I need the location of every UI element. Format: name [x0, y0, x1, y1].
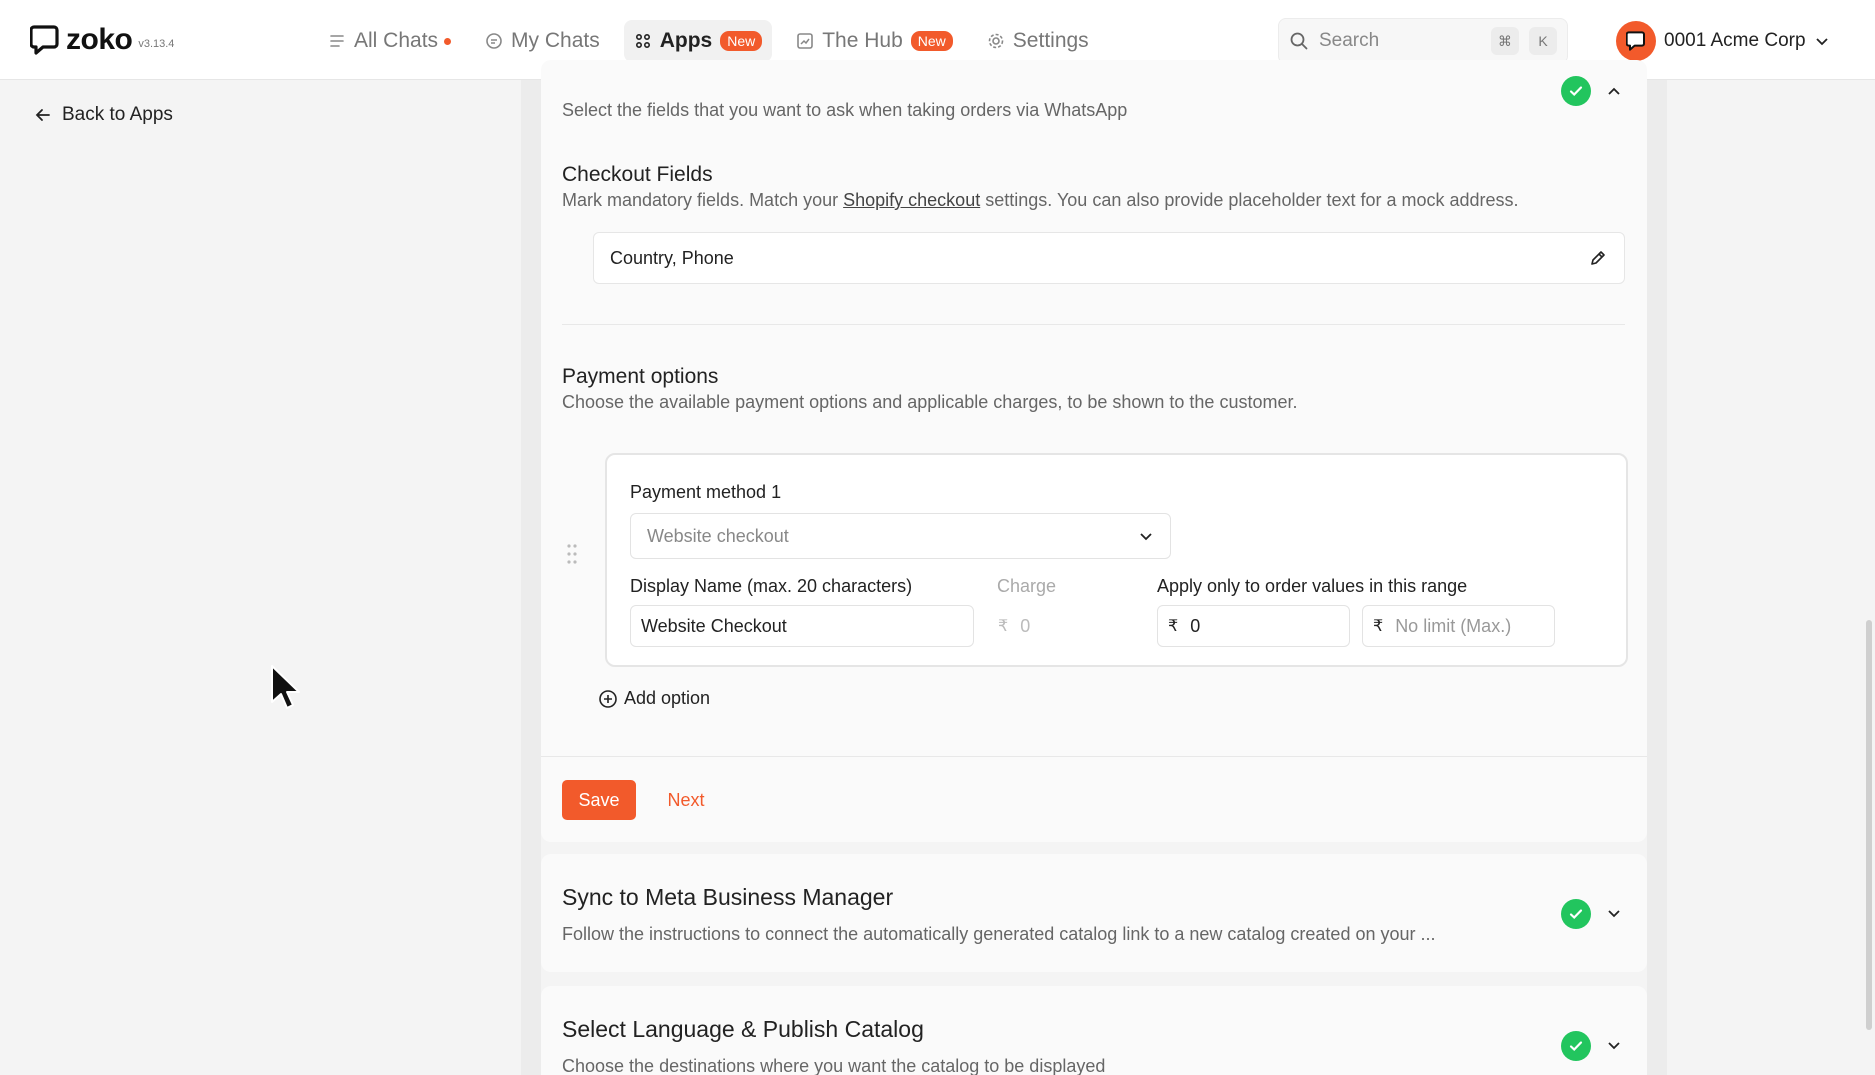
- display-name-label: Display Name (max. 20 characters): [630, 576, 913, 596]
- chat-bubble-icon: [486, 33, 502, 49]
- payment-method-selected: Website checkout: [647, 525, 789, 546]
- rupee-icon: ₹: [1168, 618, 1179, 635]
- rupee-icon: ₹: [1373, 618, 1384, 635]
- nav-settings-label: Settings: [1012, 29, 1089, 52]
- footer-divider: [541, 756, 1647, 757]
- chevron-up-icon[interactable]: [1605, 82, 1623, 100]
- mouse-cursor-icon: [271, 665, 300, 709]
- app-version: v3.13.4: [138, 38, 175, 50]
- payment-method-1: Payment method 1 Website checkout Displa…: [605, 453, 1628, 667]
- apps-grid-icon: [635, 33, 650, 49]
- drag-handle-icon[interactable]: [565, 542, 579, 566]
- content-gutter-right: [1647, 80, 1667, 1075]
- logo-text: zoko: [66, 23, 133, 56]
- section-divider: [562, 324, 1625, 325]
- back-to-apps-link[interactable]: Back to Apps: [34, 104, 173, 126]
- checkout-fields-input[interactable]: Country, Phone: [593, 232, 1625, 284]
- account-avatar: [1616, 21, 1656, 61]
- nav-all-chats-label: All Chats: [354, 29, 439, 52]
- checkout-fields-description: Mark mandatory fields. Match your Shopif…: [562, 190, 1519, 211]
- display-name-value: Website Checkout: [641, 615, 787, 636]
- nav-the-hub[interactable]: The Hub New: [786, 20, 963, 62]
- unread-dot: [444, 37, 452, 45]
- zoko-logo-icon: [30, 25, 59, 55]
- plus-circle-icon: [599, 689, 617, 708]
- chevron-down-icon[interactable]: [1605, 905, 1623, 923]
- range-max-input[interactable]: ₹ No limit (Max.): [1362, 605, 1555, 647]
- charge-label: Charge: [997, 576, 1057, 596]
- chart-icon: [797, 33, 814, 49]
- pencil-edit-icon[interactable]: [1588, 248, 1608, 268]
- arrow-left-icon: [35, 109, 50, 121]
- list-icon: [330, 35, 344, 47]
- completed-check-icon: [1561, 1031, 1591, 1061]
- chevron-down-icon[interactable]: [1605, 1037, 1623, 1055]
- nav-all-chats[interactable]: All Chats: [318, 20, 461, 62]
- gear-icon: [988, 33, 1004, 49]
- publish-catalog-subtitle: Choose the destinations where you want t…: [562, 1056, 1106, 1075]
- main-nav: All Chats My Chats Apps New The Hub New …: [318, 20, 1099, 62]
- charge-input: ₹ 0: [987, 605, 1137, 647]
- nav-my-chats[interactable]: My Chats: [475, 20, 610, 62]
- add-option-label: Add option: [624, 688, 711, 708]
- chevron-down-icon: [1140, 533, 1152, 541]
- zoko-logo[interactable]: zoko v3.13.4: [30, 22, 174, 58]
- completed-check-icon: [1561, 899, 1591, 929]
- content-gutter-left: [521, 80, 541, 1075]
- nav-apps-label: Apps: [659, 29, 713, 52]
- completed-check-icon: [1561, 76, 1591, 106]
- sync-meta-card[interactable]: Sync to Meta Business Manager Follow the…: [541, 854, 1647, 972]
- search-icon: [1290, 32, 1308, 50]
- zoko-logo-icon: [1626, 31, 1645, 51]
- checkout-desc-before: Mark mandatory fields. Match your: [562, 190, 839, 210]
- k-key-hint: K: [1529, 27, 1557, 55]
- payment-checkout-card: Select the fields that you want to ask w…: [541, 60, 1647, 842]
- range-label: Apply only to order values in this range: [1157, 576, 1468, 596]
- nav-settings[interactable]: Settings: [977, 20, 1099, 62]
- back-to-apps-label: Back to Apps: [62, 104, 173, 125]
- checkout-desc-after: settings. You can also provide placehold…: [985, 190, 1519, 210]
- chevron-down-icon: [1815, 38, 1828, 46]
- rupee-icon: ₹: [998, 618, 1009, 635]
- charge-value: 0: [1020, 615, 1031, 636]
- range-min-input[interactable]: ₹ 0: [1157, 605, 1350, 647]
- save-button[interactable]: Save: [562, 780, 636, 820]
- payment-method-label: Payment method 1: [630, 482, 782, 502]
- display-name-input[interactable]: Website Checkout: [630, 605, 974, 647]
- nav-apps[interactable]: Apps New: [623, 20, 773, 62]
- account-switcher[interactable]: 0001 Acme Corp: [1616, 20, 1830, 62]
- search-placeholder: Search: [1319, 30, 1380, 51]
- publish-catalog-card[interactable]: Select Language & Publish Catalog Choose…: [541, 986, 1647, 1075]
- account-name: 0001 Acme Corp: [1664, 30, 1806, 51]
- nav-my-chats-label: My Chats: [511, 29, 600, 52]
- search-input[interactable]: Search ⌘ K: [1278, 18, 1568, 64]
- page-scrollbar[interactable]: [1866, 620, 1872, 1030]
- new-badge: New: [910, 31, 953, 51]
- range-min-value: 0: [1190, 615, 1201, 636]
- new-badge: New: [720, 31, 763, 51]
- next-button[interactable]: Next: [651, 780, 721, 820]
- payment-method-select[interactable]: Website checkout: [630, 513, 1171, 559]
- nav-the-hub-label: The Hub: [822, 29, 903, 52]
- sync-meta-title: Sync to Meta Business Manager: [562, 884, 894, 910]
- range-max-placeholder: No limit (Max.): [1395, 615, 1512, 636]
- payment-options-description: Choose the available payment options and…: [562, 392, 1298, 412]
- add-option-button[interactable]: Add option: [598, 688, 710, 709]
- shopify-checkout-link[interactable]: Shopify checkout: [843, 190, 980, 210]
- command-key-hint: ⌘: [1491, 27, 1519, 55]
- payment-options-title: Payment options: [562, 365, 719, 388]
- checkout-fields-title: Checkout Fields: [562, 163, 713, 186]
- checkout-fields-value: Country, Phone: [610, 247, 734, 268]
- card-subtitle: Select the fields that you want to ask w…: [562, 100, 1128, 120]
- publish-catalog-title: Select Language & Publish Catalog: [562, 1016, 924, 1042]
- sync-meta-subtitle: Follow the instructions to connect the a…: [562, 924, 1436, 944]
